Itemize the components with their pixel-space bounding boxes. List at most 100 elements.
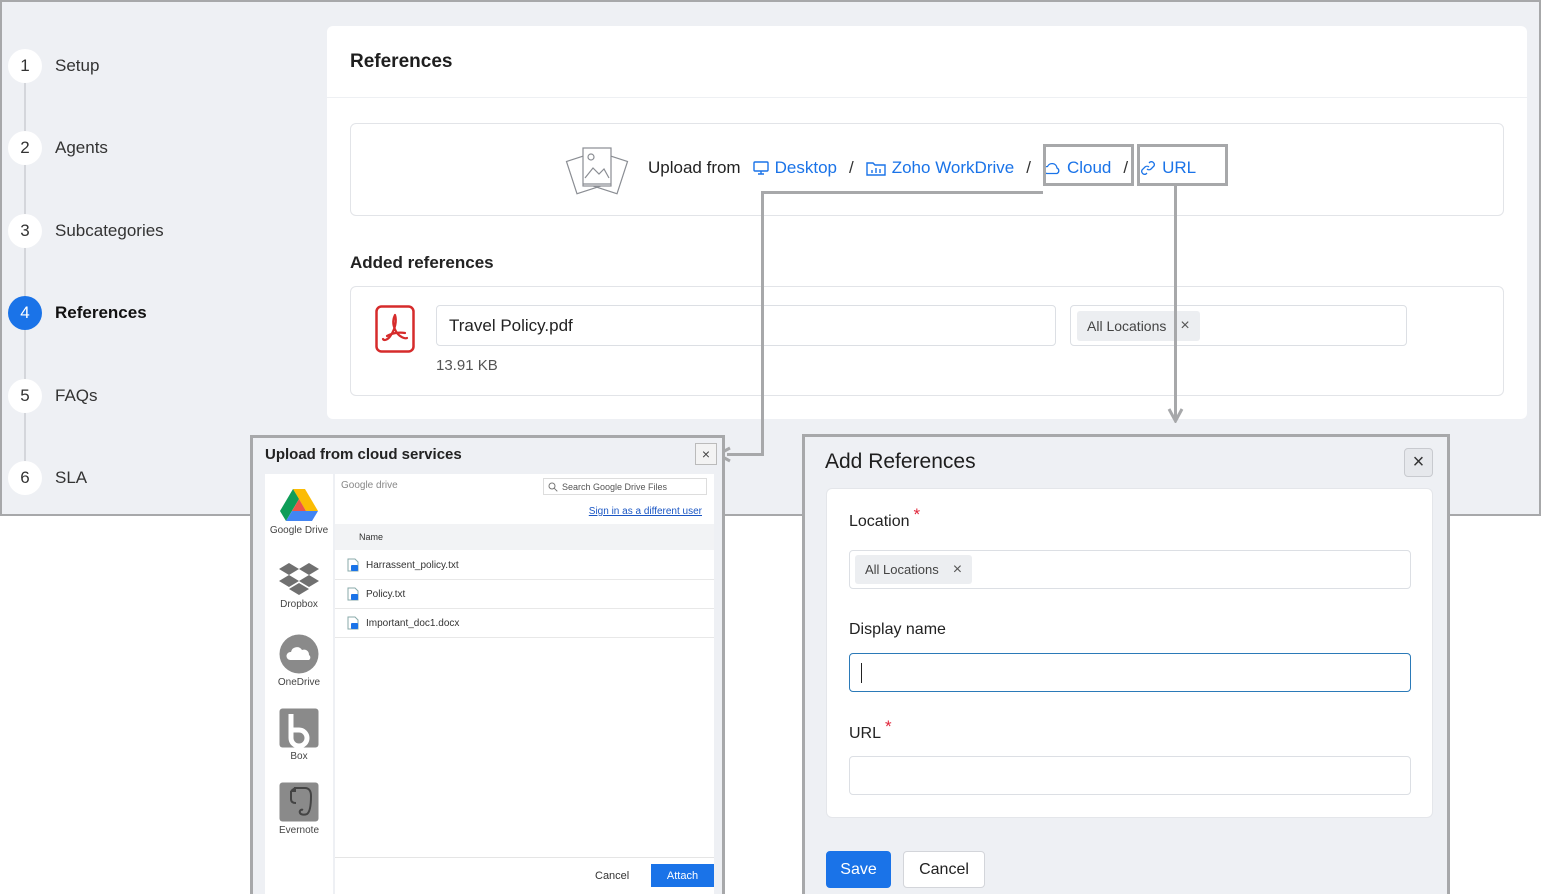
step-agents[interactable]: 2 Agents bbox=[8, 130, 108, 166]
page-title: References bbox=[350, 51, 453, 72]
step-number: 1 bbox=[8, 49, 42, 83]
chip-label: All Locations bbox=[1087, 318, 1167, 334]
attach-button[interactable]: Attach bbox=[651, 864, 714, 887]
search-icon bbox=[548, 482, 558, 492]
box-icon bbox=[279, 708, 319, 748]
url-field[interactable] bbox=[849, 756, 1411, 795]
search-placeholder: Search Google Drive Files bbox=[562, 481, 668, 492]
service-google-drive[interactable]: Google Drive bbox=[265, 488, 333, 536]
column-header-name[interactable]: Name bbox=[335, 524, 714, 550]
step-number: 5 bbox=[8, 379, 42, 413]
evernote-icon bbox=[279, 782, 319, 822]
step-number: 6 bbox=[8, 461, 42, 495]
divider bbox=[327, 97, 1527, 98]
file-name: Policy.txt bbox=[366, 588, 406, 600]
file-name: Harrassent_policy.txt bbox=[366, 559, 459, 571]
desktop-icon bbox=[752, 161, 769, 175]
service-onedrive[interactable]: OneDrive bbox=[265, 634, 333, 688]
chip-label: All Locations bbox=[865, 562, 939, 577]
service-dropbox[interactable]: Dropbox bbox=[265, 562, 333, 610]
file-row[interactable]: Harrassent_policy.txt bbox=[335, 551, 714, 580]
step-label: FAQs bbox=[55, 386, 98, 405]
step-label: Subcategories bbox=[55, 221, 164, 240]
required-marker: * bbox=[885, 717, 892, 736]
workdrive-icon bbox=[866, 161, 886, 176]
reference-name-input[interactable]: Travel Policy.pdf bbox=[436, 305, 1056, 346]
cancel-button[interactable]: Cancel bbox=[903, 851, 985, 888]
step-label: Setup bbox=[55, 56, 100, 75]
url-label: URL * bbox=[849, 717, 892, 743]
required-marker: * bbox=[913, 505, 921, 524]
cloud-connector bbox=[727, 453, 764, 456]
step-number: 2 bbox=[8, 131, 42, 165]
file-icon bbox=[347, 616, 359, 630]
file-browser: Google drive Search Google Drive Files S… bbox=[335, 474, 714, 894]
chip-remove-icon[interactable]: × bbox=[953, 561, 962, 579]
sign-in-link[interactable]: Sign in as a different user bbox=[589, 506, 702, 517]
step-references[interactable]: 4 References bbox=[8, 295, 147, 331]
workdrive-link[interactable]: Zoho WorkDrive bbox=[866, 158, 1015, 178]
google-drive-icon bbox=[280, 489, 318, 521]
step-subcategories[interactable]: 3 Subcategories bbox=[8, 213, 164, 249]
search-input[interactable]: Search Google Drive Files bbox=[543, 478, 707, 495]
upload-illustration-icon bbox=[565, 147, 629, 195]
add-references-modal: Add References × Location * All Locations… bbox=[802, 434, 1450, 894]
step-faqs[interactable]: 5 FAQs bbox=[8, 378, 98, 414]
cancel-button[interactable]: Cancel bbox=[595, 870, 629, 882]
chip-remove-icon[interactable]: × bbox=[1180, 317, 1189, 335]
stage: 1 Setup 2 Agents 3 Subcategories 4 Refer… bbox=[0, 0, 1541, 894]
location-label-text: Location bbox=[849, 513, 910, 530]
desktop-label: Desktop bbox=[774, 158, 837, 177]
upload-area[interactable]: Upload from Desktop / Zoho WorkDrive / C… bbox=[350, 123, 1504, 216]
workdrive-label: Zoho WorkDrive bbox=[891, 158, 1015, 177]
step-label: Agents bbox=[55, 138, 108, 157]
file-icon bbox=[347, 587, 359, 601]
url-label-text: URL bbox=[849, 725, 882, 742]
text-caret bbox=[861, 663, 862, 683]
cloud-highlight-box bbox=[1043, 144, 1134, 186]
reference-location-input[interactable]: All Locations × bbox=[1070, 305, 1407, 346]
location-chip: All Locations × bbox=[1077, 311, 1200, 341]
service-label: OneDrive bbox=[277, 677, 321, 688]
service-evernote[interactable]: Evernote bbox=[265, 782, 333, 836]
file-row[interactable]: Important_doc1.docx bbox=[335, 609, 714, 638]
service-label: Dropbox bbox=[280, 599, 318, 610]
location-label: Location * bbox=[849, 505, 920, 531]
url-connector bbox=[1174, 184, 1177, 418]
close-button[interactable]: × bbox=[695, 443, 717, 465]
separator: / bbox=[848, 158, 854, 177]
service-label: Evernote bbox=[278, 825, 320, 836]
step-number: 4 bbox=[8, 296, 42, 330]
upload-label: Upload from bbox=[648, 158, 741, 177]
desktop-link[interactable]: Desktop bbox=[752, 158, 837, 178]
service-label: Box bbox=[290, 751, 308, 762]
step-sla[interactable]: 6 SLA bbox=[8, 460, 87, 496]
display-name-field[interactable] bbox=[849, 653, 1411, 692]
location-chip: All Locations × bbox=[855, 555, 973, 584]
separator: / bbox=[1026, 158, 1031, 177]
cloud-services-modal: Upload from cloud services × Google Driv… bbox=[250, 435, 725, 894]
service-label: Google Drive bbox=[269, 525, 329, 536]
references-card: References Upload from Desktop / Zoho Wo… bbox=[327, 26, 1527, 419]
reference-item: Travel Policy.pdf 13.91 KB All Locations… bbox=[350, 286, 1504, 396]
save-button[interactable]: Save bbox=[826, 851, 891, 888]
arrow-down-icon bbox=[1167, 408, 1184, 423]
step-label: References bbox=[55, 303, 147, 322]
added-references-title: Added references bbox=[350, 253, 494, 272]
file-name: Important_doc1.docx bbox=[366, 617, 460, 629]
modal-footer: Cancel Attach bbox=[335, 857, 714, 894]
pdf-icon bbox=[375, 305, 415, 353]
file-row[interactable]: Policy.txt bbox=[335, 580, 714, 609]
form-body: Location * All Locations × Display name U… bbox=[826, 488, 1433, 818]
step-number: 3 bbox=[8, 214, 42, 248]
dropbox-icon bbox=[279, 563, 319, 595]
location-field[interactable]: All Locations × bbox=[849, 550, 1411, 589]
service-box[interactable]: Box bbox=[265, 708, 333, 762]
file-size: 13.91 KB bbox=[436, 357, 498, 374]
breadcrumb: Google drive bbox=[341, 480, 398, 491]
cloud-connector bbox=[761, 191, 764, 456]
step-label: SLA bbox=[55, 468, 88, 487]
close-button[interactable]: × bbox=[1404, 448, 1433, 477]
display-name-label: Display name bbox=[849, 621, 946, 638]
step-setup[interactable]: 1 Setup bbox=[8, 48, 99, 84]
